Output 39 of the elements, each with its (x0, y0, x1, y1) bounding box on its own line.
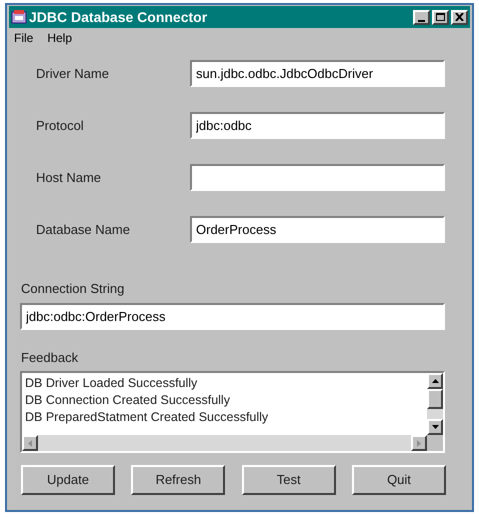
minimize-button[interactable] (413, 10, 430, 24)
field-label: Driver Name (36, 64, 110, 83)
text-field[interactable]: jdbc:odbc (190, 112, 445, 139)
text-field[interactable]: OrderProcess (190, 216, 445, 243)
field-label: Database Name (36, 220, 131, 239)
field-label: Connection String (21, 280, 126, 298)
text-field[interactable]: sun.jdbc.odbc.JdbcOdbcDriver (190, 60, 445, 87)
down-arrow-icon (432, 425, 438, 429)
connection-string-field[interactable]: jdbc:odbc:OrderProcess (20, 302, 445, 330)
scroll-up-button[interactable] (427, 373, 443, 389)
feedback-line: DB Connection Created Successfully (25, 392, 231, 409)
close-icon (455, 13, 464, 21)
field-label: Protocol (36, 116, 85, 135)
field-label: Host Name (36, 168, 102, 187)
text-field[interactable] (190, 164, 445, 191)
scroll-left-button[interactable] (22, 435, 38, 451)
action-button[interactable]: Test (242, 465, 336, 495)
scroll-down-button[interactable] (427, 419, 443, 435)
menu-item[interactable]: File (14, 29, 34, 47)
app-icon (11, 9, 27, 25)
action-button[interactable]: Refresh (131, 465, 226, 495)
scrollbar-corner (427, 435, 443, 451)
action-button[interactable]: Update (21, 465, 115, 495)
window-title: JDBC Database Connector (29, 8, 208, 26)
close-button[interactable] (451, 10, 468, 24)
menu-item[interactable]: Help (47, 29, 72, 47)
scroll-right-button[interactable] (411, 435, 427, 451)
field-label: Feedback (21, 348, 80, 366)
vertical-scrollbar[interactable] (427, 373, 443, 435)
right-arrow-icon (417, 440, 421, 446)
scroll-thumb[interactable] (427, 389, 443, 409)
feedback-text-area[interactable]: DB Driver Loaded Successfully DB Connection Created Successfully DB PreparedStatment Created Successfully (20, 371, 445, 453)
up-arrow-icon (432, 379, 438, 383)
feedback-line: DB Driver Loaded Successfully (25, 375, 198, 392)
feedback-line: DB PreparedStatment Created Successfully (25, 409, 270, 426)
horizontal-scrollbar[interactable] (22, 435, 427, 451)
action-button[interactable]: Quit (352, 465, 446, 495)
maximize-button[interactable] (432, 10, 449, 24)
left-arrow-icon (28, 440, 32, 446)
